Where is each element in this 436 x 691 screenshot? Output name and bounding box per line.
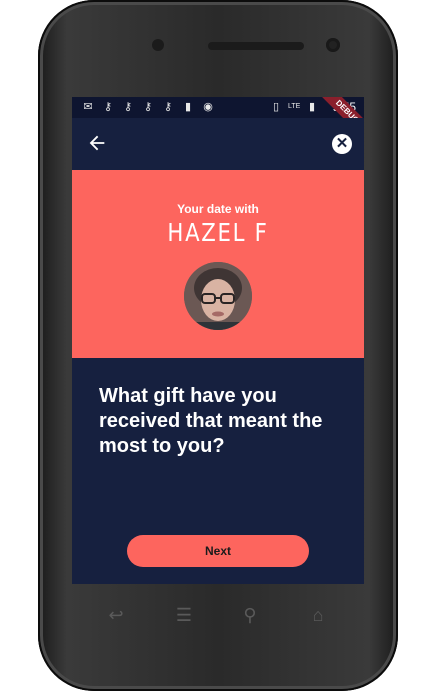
gmail-icon: ✉ xyxy=(83,101,93,113)
avatar xyxy=(184,262,252,330)
vibrate-icon: ▯ xyxy=(272,101,280,113)
date-header: Your date with HAZEL F xyxy=(72,170,364,358)
keyhole-icon: ⚷ xyxy=(103,101,113,113)
search-icon[interactable]: ⚲ xyxy=(236,604,264,626)
keyhole-icon: ⚷ xyxy=(163,101,173,113)
menu-icon[interactable]: ☰ xyxy=(170,604,198,626)
close-button[interactable]: ✕ xyxy=(332,134,352,154)
back-icon[interactable]: ↩ xyxy=(102,604,130,626)
date-name: HAZEL F xyxy=(167,218,269,247)
arrow-left-icon xyxy=(89,135,105,151)
close-circle-icon: ✕ xyxy=(335,135,349,152)
sensor-icon xyxy=(152,39,164,51)
battery-icon: ▮ xyxy=(308,101,316,113)
keyhole-icon: ⚷ xyxy=(143,101,153,113)
android-icon: ◉ xyxy=(203,101,213,113)
earpiece-speaker xyxy=(208,42,304,50)
keyhole-icon: ⚷ xyxy=(123,101,133,113)
question-text: What gift have you received that meant t… xyxy=(99,385,323,457)
next-button[interactable]: Next xyxy=(127,535,309,567)
lte-icon: LTE xyxy=(288,103,301,110)
avatar-portrait xyxy=(184,262,252,330)
home-icon[interactable]: ⌂ xyxy=(304,604,332,626)
app-bar: ✕ xyxy=(72,118,364,170)
back-button[interactable] xyxy=(86,132,110,156)
date-subtitle: Your date with xyxy=(177,202,259,216)
front-camera-icon xyxy=(326,38,340,52)
sd-card-icon: ▮ xyxy=(184,101,192,113)
status-bar: ✉ ⚷ ⚷ ⚷ ⚷ ▮ ◉ ▯ LTE ▮ 9:55 DEBUG xyxy=(72,97,364,149)
device-nav-keys: ↩ ☰ ⚲ ⌂ xyxy=(72,598,364,632)
app-screen: ✉ ⚷ ⚷ ⚷ ⚷ ▮ ◉ ▯ LTE ▮ 9:55 DEBUG ✕ Your … xyxy=(72,97,364,584)
